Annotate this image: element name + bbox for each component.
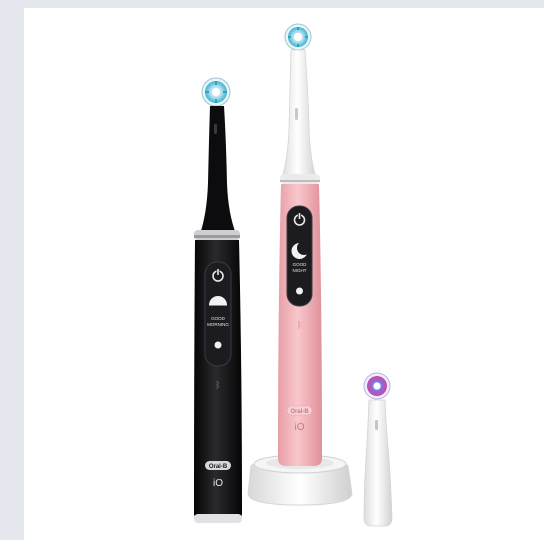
image-frame: GOOD MORNING ᛒ Oral-B iO GOOD NIGHT ᛒ Or… [0,0,544,540]
display-line-1: GOOD [293,262,308,267]
bluetooth-icon: ᛒ [215,380,220,390]
brand-logo: Oral-B [209,464,228,470]
model-logo: iO [213,478,223,489]
pink-brush-head [284,23,312,51]
product-photo: GOOD MORNING ᛒ Oral-B iO GOOD NIGHT ᛒ Or… [24,8,544,540]
display-line-1: GOOD [211,316,226,321]
bluetooth-icon: ᛒ [297,320,302,330]
display-line-2: MORNING [207,322,229,327]
refill-brush-head [363,372,393,527]
mode-dot [214,341,222,349]
black-brush-head [201,77,231,107]
brand-logo: Oral-B [290,409,309,415]
toothbrush-set-illustration: GOOD MORNING ᛒ Oral-B iO GOOD NIGHT ᛒ Or… [194,23,393,527]
pink-toothbrush: GOOD NIGHT ᛒ Oral-B iO [247,23,353,506]
black-toothbrush: GOOD MORNING ᛒ Oral-B iO [194,77,242,523]
mode-dot [296,287,303,295]
model-logo: iO [295,422,305,433]
display-line-2: NIGHT [293,268,307,273]
